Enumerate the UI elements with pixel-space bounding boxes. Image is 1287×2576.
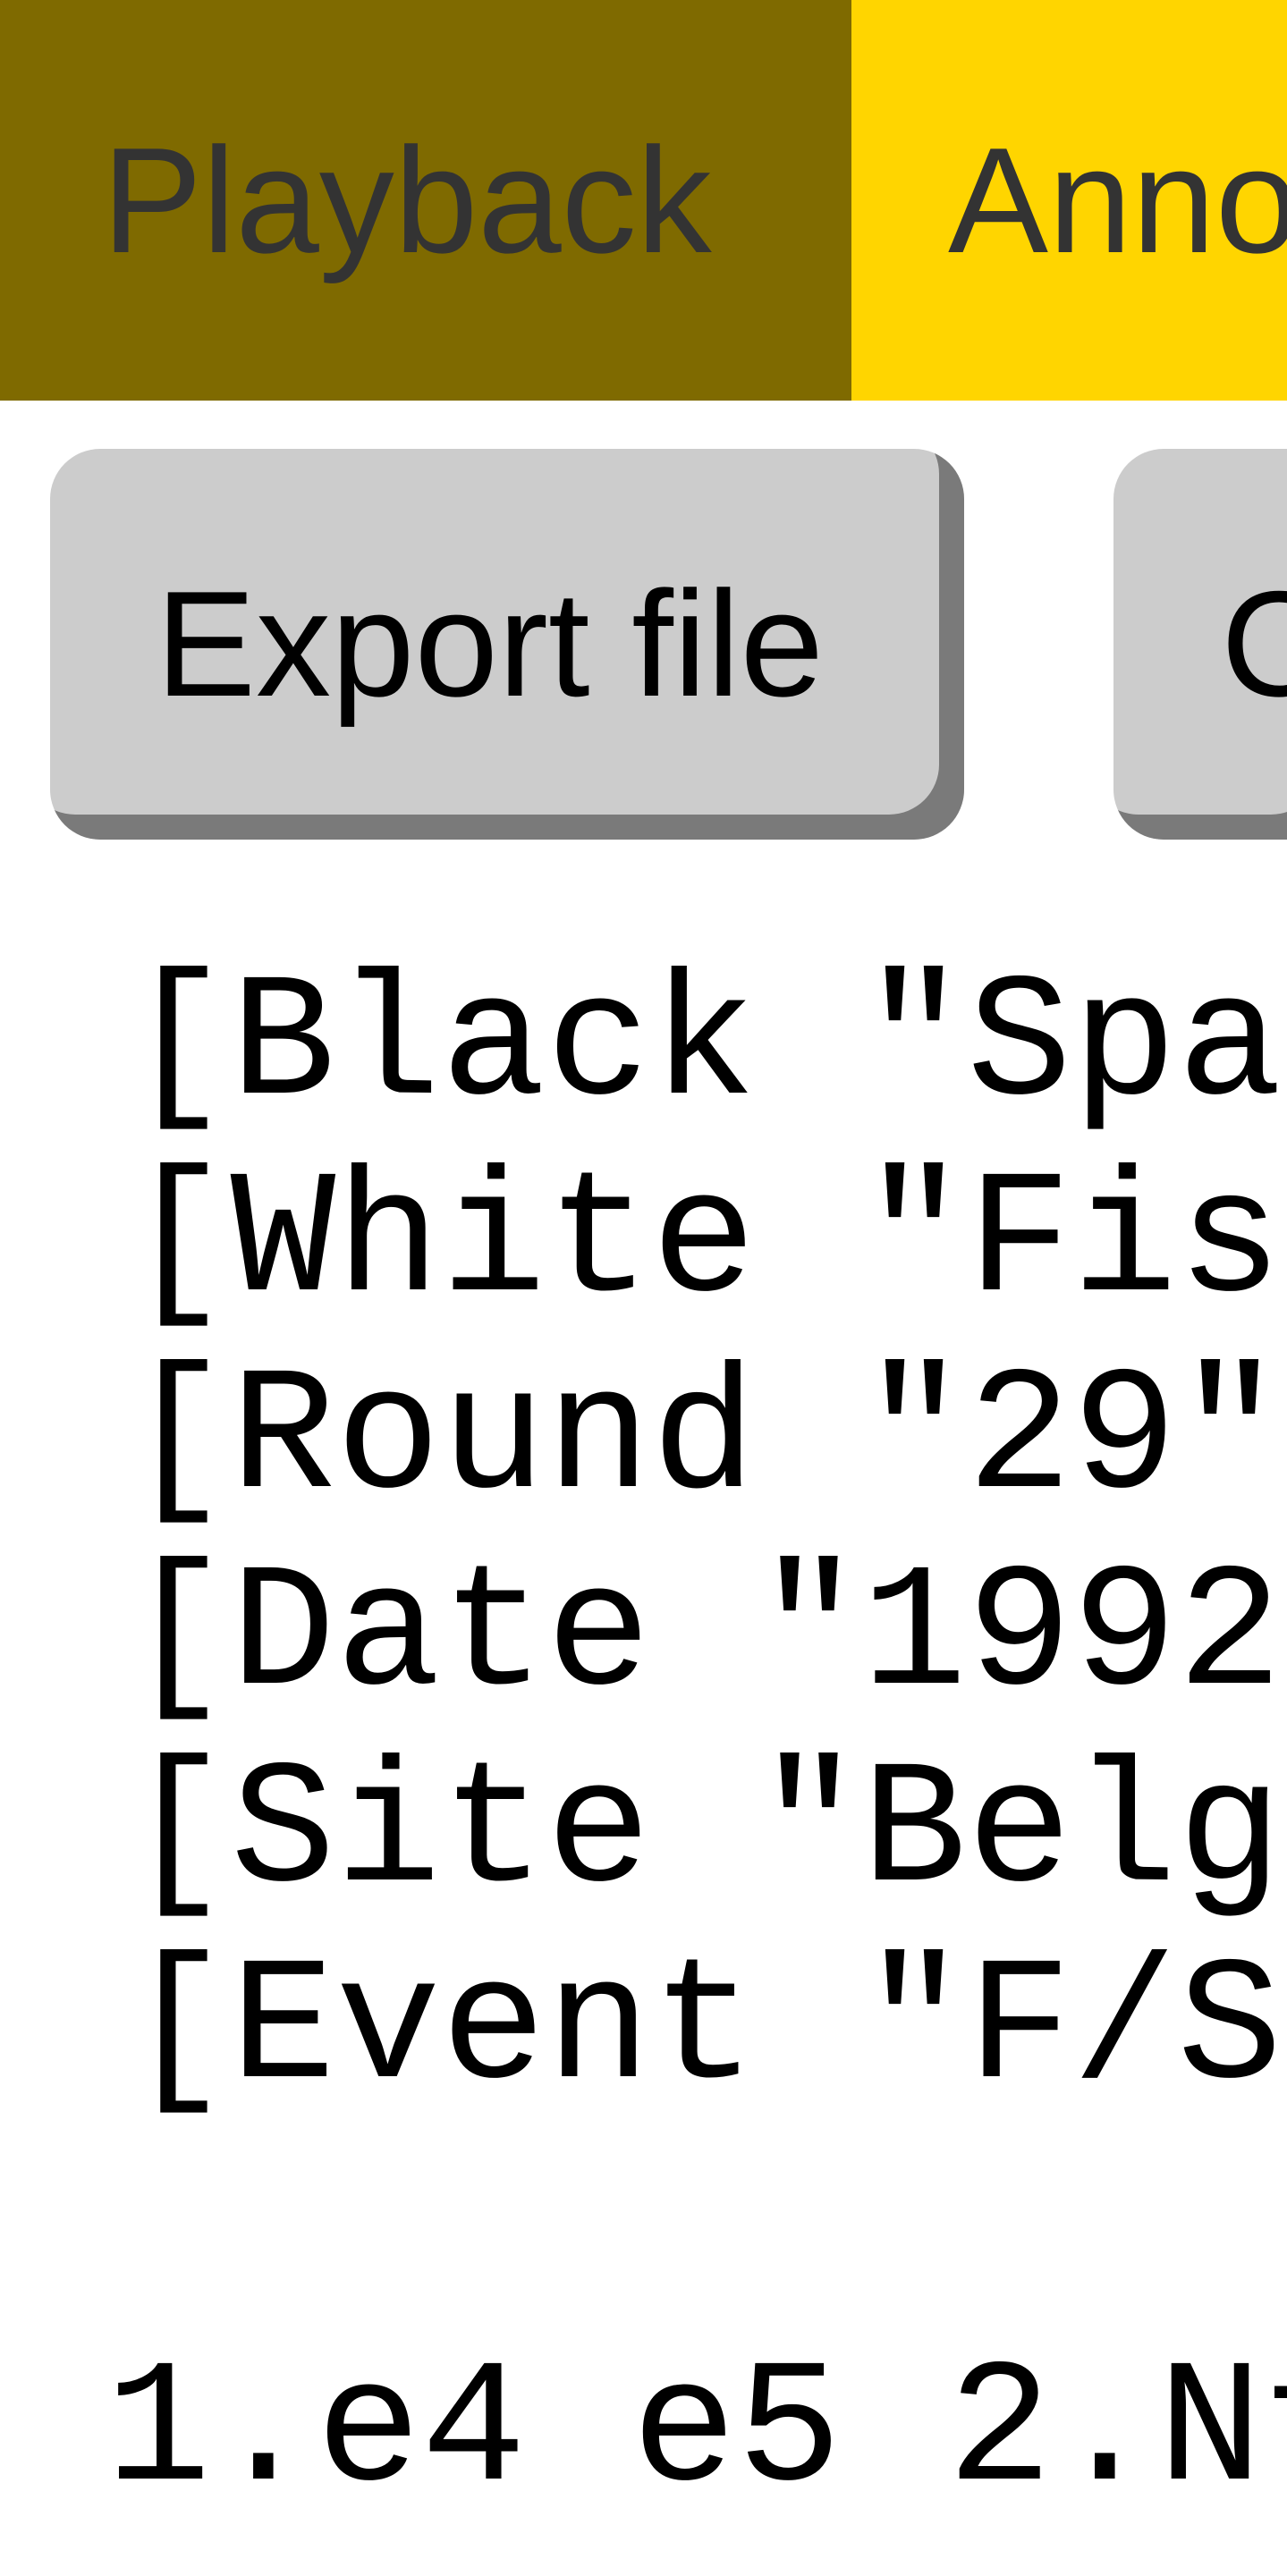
bottom-divider xyxy=(0,2572,1287,2576)
secondary-button[interactable]: C xyxy=(1113,449,1287,840)
pgn-header-white: [White "Fisc xyxy=(125,1144,1287,1342)
app-window: Playback Anno Export file C [Black "Spas… xyxy=(0,0,1287,2576)
export-file-button[interactable]: Export file xyxy=(50,449,964,840)
pgn-header-black: [Black "Spas xyxy=(125,948,1287,1145)
tab-annotate[interactable]: Anno xyxy=(851,0,1287,401)
pgn-header-event: [Event "F/S xyxy=(125,1930,1283,2129)
pgn-moves: 1.e4 e5 2.Nf xyxy=(106,2333,1287,2531)
pgn-text-area: [Black "Spas [White "Fisc [Round "29"] [… xyxy=(0,948,1287,2576)
tab-playback[interactable]: Playback xyxy=(0,0,851,401)
tab-bar: Playback Anno xyxy=(0,0,1287,401)
pgn-header-date: [Date "1992 xyxy=(125,1537,1283,1736)
pgn-header-site: [Site "Belgr xyxy=(125,1734,1287,1932)
pgn-header-round: [Round "29"] xyxy=(125,1340,1287,1539)
